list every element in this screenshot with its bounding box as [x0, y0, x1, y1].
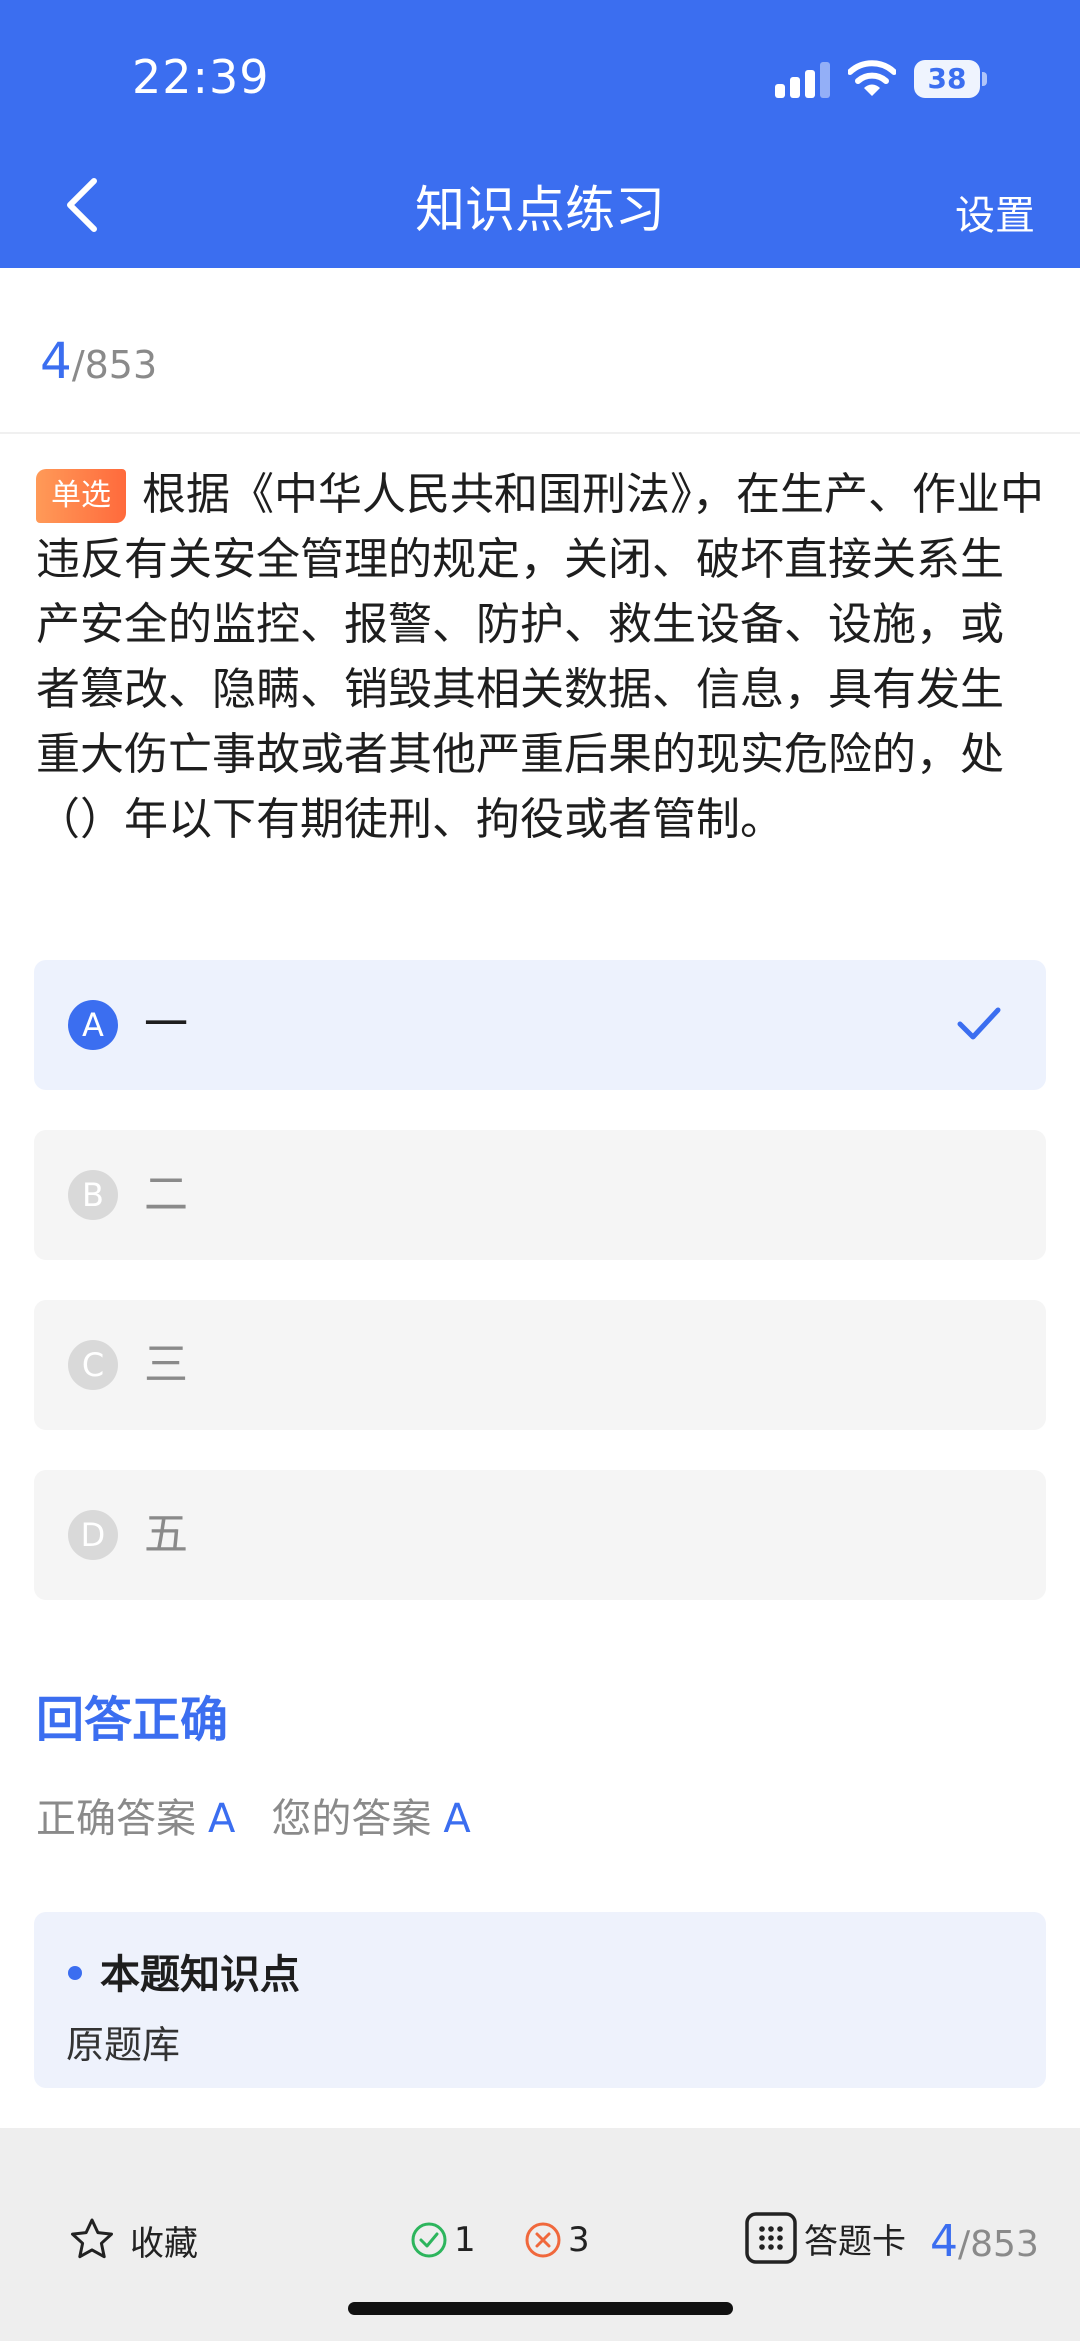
battery-icon: 38 — [914, 60, 987, 98]
question-text-block: 单选 根据《中华人民共和国刑法》，在生产、作业中违反有关安全管理的规定，关闭、破坏… — [36, 462, 1046, 852]
battery-level: 38 — [927, 62, 967, 95]
answer-summary: 正确答案 A 您的答案 A — [36, 1786, 507, 1844]
question-text: 根据《中华人民共和国刑法》，在生产、作业中违反有关安全管理的规定，关闭、破坏直接… — [36, 469, 1044, 845]
grid-icon — [745, 2212, 797, 2264]
correct-answer-label: 正确答案 — [36, 1796, 196, 1842]
knowledge-point-card: 本题知识点 原题库 — [34, 1912, 1046, 2088]
knowledge-point-value: 原题库 — [66, 2023, 181, 2067]
answer-card-label: 答题卡 — [804, 2221, 906, 2262]
progress-current: 4 — [40, 332, 72, 390]
wrong-count: 3 — [524, 2213, 590, 2267]
option-text: 五 — [144, 1509, 188, 1560]
option-c[interactable]: C 三 — [34, 1300, 1046, 1430]
option-letter: B — [68, 1170, 118, 1220]
wrong-count-value: 3 — [568, 2220, 590, 2260]
option-text: 二 — [144, 1169, 188, 1220]
check-circle-icon — [411, 2222, 447, 2258]
option-b[interactable]: B 二 — [34, 1130, 1046, 1260]
your-answer-value: A — [443, 1796, 471, 1842]
x-circle-icon — [525, 2222, 561, 2258]
page: 22:39 38 知识点练习 设置 4/853 单选 根据《中华人民共和国刑法》，… — [0, 0, 1080, 2341]
option-d[interactable]: D 五 — [34, 1470, 1046, 1600]
status-time: 22:39 — [132, 50, 270, 104]
option-letter: A — [68, 1000, 118, 1050]
bullet-dot — [68, 1966, 82, 1980]
correct-count-value: 1 — [454, 2220, 476, 2260]
option-text: 三 — [144, 1339, 188, 1390]
correct-count: 1 — [410, 2213, 476, 2267]
bottom-progress-current: 4 — [930, 2216, 958, 2267]
page-title: 知识点练习 — [415, 181, 665, 239]
knowledge-point-title: 本题知识点 — [100, 1952, 300, 1998]
bottom-progress: 4/853 — [930, 2216, 1039, 2267]
bottom-progress-total: /853 — [958, 2224, 1039, 2265]
question-progress: 4/853 — [40, 332, 157, 390]
option-a[interactable]: A 一 — [34, 960, 1046, 1090]
cellular-signal-icon — [775, 62, 830, 98]
star-icon — [71, 2218, 113, 2259]
result-title: 回答正确 — [36, 1692, 229, 1748]
answer-card-button[interactable]: 答题卡 — [744, 2210, 906, 2266]
option-letter: D — [68, 1510, 118, 1560]
app-header: 22:39 38 知识点练习 设置 — [0, 0, 1080, 268]
option-letter: C — [68, 1340, 118, 1390]
wifi-icon — [848, 60, 896, 96]
home-indicator — [348, 2302, 733, 2315]
progress-total: /853 — [71, 343, 158, 387]
favorite-button[interactable]: 收藏 — [68, 2213, 198, 2267]
option-text: 一 — [144, 999, 188, 1050]
question-type-tag: 单选 — [36, 469, 126, 523]
correct-answer-value: A — [208, 1796, 236, 1842]
settings-button[interactable]: 设置 — [955, 183, 1035, 241]
your-answer-label: 您的答案 — [271, 1796, 432, 1842]
divider — [0, 432, 1080, 434]
favorite-label: 收藏 — [130, 2223, 198, 2264]
checkmark-icon — [957, 1007, 1001, 1040]
